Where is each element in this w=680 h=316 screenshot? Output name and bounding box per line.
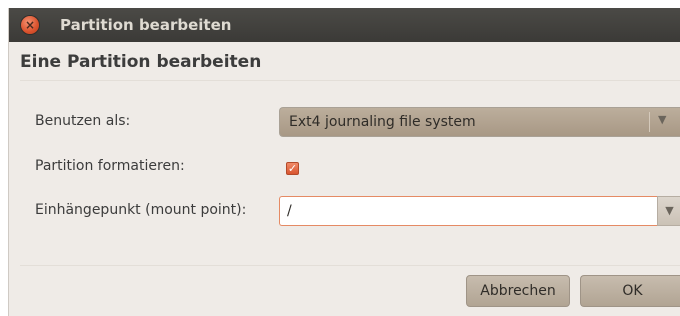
mount-point-input[interactable]: / [279,196,657,226]
dialog-heading: Eine Partition bearbeiten [20,52,262,72]
mount-point-value: / [287,203,292,219]
use-as-value: Ext4 journaling file system [289,114,476,130]
button-area-divider [20,265,680,266]
edit-partition-dialog: × Partition bearbeiten Eine Partition be… [8,8,680,316]
ok-button[interactable]: OK [580,275,680,307]
chevron-down-icon: ▼ [665,204,674,217]
chevron-down-icon: ▼ [658,113,667,126]
use-as-label: Benutzen als: [35,113,131,129]
cancel-button[interactable]: Abbrechen [466,275,570,307]
close-icon[interactable]: × [21,16,39,34]
format-partition-checkbox[interactable]: ✓ [286,162,299,175]
mount-point-label: Einhängepunkt (mount point): [35,202,247,218]
title-bar[interactable]: × Partition bearbeiten [9,8,680,42]
use-as-dropdown[interactable]: Ext4 journaling file system ▼ [279,107,680,137]
format-partition-label: Partition formatieren: [35,158,185,174]
dropdown-divider [649,112,650,132]
heading-divider [20,80,680,81]
window-title: Partition bearbeiten [60,16,232,34]
mount-point-dropdown-button[interactable]: ▼ [657,196,680,226]
